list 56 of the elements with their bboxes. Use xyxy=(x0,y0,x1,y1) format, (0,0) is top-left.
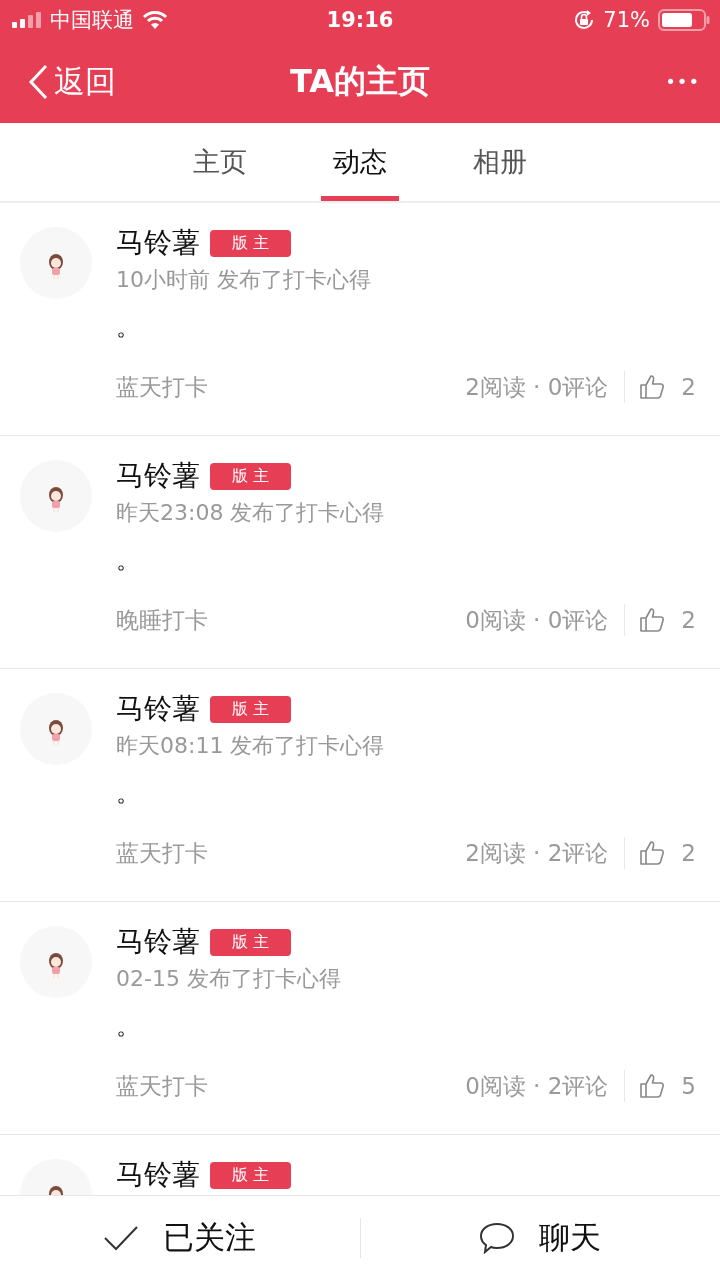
more-button[interactable]: ••• xyxy=(665,71,700,92)
thumbs-up-icon xyxy=(639,607,666,633)
post-meta: 昨天08:11 发布了打卡心得 xyxy=(116,732,386,760)
role-badge: 版 主 xyxy=(210,229,292,257)
tab[interactable]: 主页 xyxy=(181,123,259,201)
battery-percent: 71% xyxy=(603,8,650,32)
role-badge: 版 主 xyxy=(210,928,292,956)
post-stats: 0阅读 · 0评论 xyxy=(465,605,609,635)
topic-link[interactable]: 蓝天打卡 xyxy=(116,837,208,869)
author-name: 马铃薯 xyxy=(116,458,200,494)
topic-link[interactable]: 晚睡打卡 xyxy=(116,604,208,636)
author-name: 马铃薯 xyxy=(116,1157,200,1193)
status-time: 19:16 xyxy=(325,8,395,32)
carrier-name: 中国联通 xyxy=(50,7,134,34)
like-button[interactable]: 2 xyxy=(639,607,696,633)
page-title: TA的主页 xyxy=(288,60,432,102)
post-stats: 2阅读 · 0评论 xyxy=(465,372,609,402)
thumbs-up-icon xyxy=(639,840,666,866)
like-button[interactable]: 2 xyxy=(639,840,696,866)
tab[interactable]: 相册 xyxy=(461,123,539,201)
post-content: 。 xyxy=(116,1011,141,1042)
thumbs-up-icon xyxy=(639,374,666,400)
post-meta: 10小时前 发布了打卡心得 xyxy=(116,266,372,294)
wifi-icon xyxy=(142,10,168,30)
back-button[interactable]: 返回 xyxy=(28,60,116,103)
post-content: 。 xyxy=(116,312,141,343)
chat-button[interactable]: 聊天 xyxy=(360,1196,720,1280)
author-name: 马铃薯 xyxy=(116,225,200,261)
post-meta: 02-15 发布了打卡心得 xyxy=(116,965,342,993)
post-content: 。 xyxy=(116,778,141,809)
tab[interactable]: 动态 xyxy=(321,123,399,201)
battery-icon xyxy=(658,9,710,31)
topic-link[interactable]: 蓝天打卡 xyxy=(116,1070,208,1102)
avatar-icon xyxy=(20,227,92,299)
avatar-icon xyxy=(20,460,92,532)
post-stats: 0阅读 · 2评论 xyxy=(465,1071,609,1101)
back-icon xyxy=(28,63,48,100)
follow-button[interactable]: 已关注 xyxy=(0,1196,360,1280)
avatar-icon xyxy=(20,926,92,998)
role-badge: 版 主 xyxy=(210,1161,292,1189)
post-content: 。 xyxy=(116,545,141,576)
speech-bubble-icon xyxy=(479,1222,516,1254)
role-badge: 版 主 xyxy=(210,695,292,723)
post-meta: 昨天23:08 发布了打卡心得 xyxy=(116,499,386,527)
post-stats: 2阅读 · 2评论 xyxy=(465,838,609,868)
like-button[interactable]: 2 xyxy=(639,374,696,400)
avatar-icon xyxy=(20,693,92,765)
signal-icon xyxy=(12,12,42,28)
topic-link[interactable]: 蓝天打卡 xyxy=(116,371,208,403)
author-name: 马铃薯 xyxy=(116,691,200,727)
thumbs-up-icon xyxy=(639,1073,666,1099)
role-badge: 版 主 xyxy=(210,462,292,490)
author-name: 马铃薯 xyxy=(116,924,200,960)
check-icon xyxy=(103,1224,140,1252)
rotation-lock-icon xyxy=(573,9,596,31)
like-button[interactable]: 5 xyxy=(639,1073,696,1099)
